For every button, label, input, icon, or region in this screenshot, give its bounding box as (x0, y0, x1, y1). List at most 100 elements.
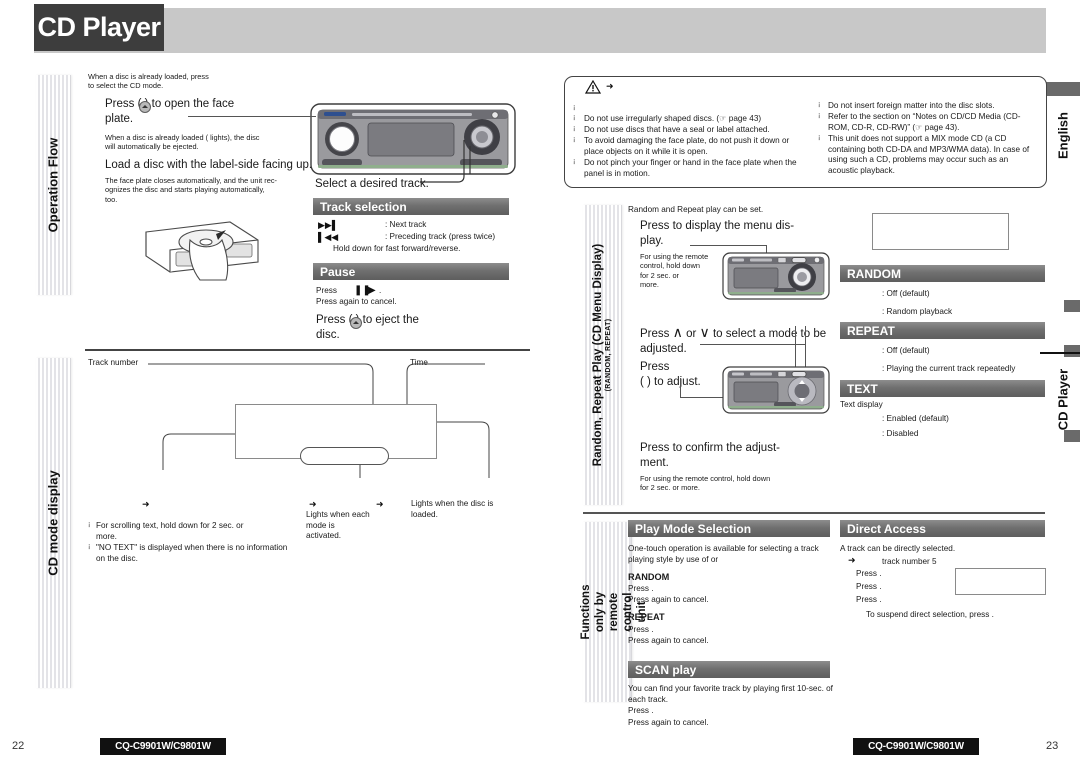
select-track-label: Select a desired track. (315, 178, 429, 190)
text-option-0: : Enabled (default) (882, 414, 949, 423)
cd-mode-note-0: For scrolling text, hold down for 2 sec.… (96, 521, 244, 541)
direct-access-arrow-icon: ➜ (848, 555, 856, 565)
left-column-divider (85, 349, 530, 351)
caution-left-bullet-0: ¡ (573, 104, 576, 111)
track-selection-row-0-label: : Next track (385, 220, 427, 229)
section-play-mode-selection: Play Mode Selection (628, 520, 830, 537)
caution-arrow-icon: ➜ (606, 81, 614, 91)
play-mode-random-line1: Press . (628, 584, 654, 593)
page-number-right: 23 (1046, 740, 1059, 752)
caution-left-bullet-2: ¡ (573, 125, 576, 132)
direct-access-display-box (955, 568, 1046, 595)
sidebar-tab-cd-mode-display-label: CD mode display (45, 470, 61, 576)
lcd-mode-indicator-pill (300, 447, 389, 465)
play-mode-repeat-line1: Press . (628, 625, 654, 634)
leader-line-track-select (420, 140, 471, 183)
caution-right-item-1: Refer to the section on “Notes on CD/CD … (828, 112, 1021, 132)
section-pause-label: Pause (320, 264, 356, 279)
step2-mid: or (686, 328, 697, 340)
direct-access-line-1: Press . (856, 582, 882, 591)
section-pause: Pause (313, 263, 509, 280)
note-bullet-0: ¡ (88, 521, 91, 528)
operation-flow-step2-note: The face plate closes automatically, and… (105, 176, 277, 204)
section-scan-play-label: SCAN play (635, 662, 697, 677)
text-option-1: : Disabled (882, 429, 919, 438)
direct-access-example: track number 5 (882, 557, 937, 566)
sidebar-tab-random-repeat-sub: (RANDOM, REPEAT) (605, 318, 612, 392)
section-direct-access: Direct Access (840, 520, 1045, 537)
sidebar-tab-operation-flow[interactable]: Operation Flow (36, 75, 71, 295)
random-repeat-intro: Random and Repeat play can be set. (628, 205, 764, 214)
cd-player-tab-marker-1 (1064, 300, 1080, 312)
direct-access-line-2: Press . (856, 595, 882, 604)
caution-left-item-0: Do not use irregularly shaped discs. (☞ … (584, 114, 762, 123)
caution-left-item-2: To avoid damaging the face plate, do not… (584, 136, 790, 156)
play-mode-random-title: RANDOM (628, 572, 670, 582)
repeat-option-0: : Off (default) (882, 346, 930, 355)
manual-page: CD Player English CD Player Operation Fl… (0, 0, 1080, 763)
cd-unit-illustration-adjust (722, 366, 830, 414)
section-repeat-label: REPEAT (847, 323, 895, 338)
repeat-option-1: : Playing the current track repeatedly (882, 364, 1016, 373)
caution-left-bullet-1: ¡ (573, 114, 576, 121)
play-mode-random-line2: Press again to cancel. (628, 595, 709, 604)
section-repeat: REPEAT (840, 322, 1045, 339)
sidebar-tab-remote-functions[interactable]: Functions only by remote control unit (580, 522, 648, 702)
direct-access-note: To suspend direct selection, press . (866, 610, 994, 619)
callout-arrow-modes: ➜ (309, 499, 317, 509)
menu-display-example-box (872, 213, 1009, 250)
caution-left-item-3: Do not pinch your finger or hand in the … (584, 158, 797, 178)
operation-flow-step1: Press ( ) to open the face plate. (105, 98, 235, 125)
section-random: RANDOM (840, 265, 1045, 282)
play-mode-repeat-title: REPEAT (628, 612, 665, 622)
pause-line1-pre: Press (316, 286, 337, 295)
section-direct-access-label: Direct Access (847, 521, 926, 536)
down-arrow-icon: ∨ (699, 324, 710, 340)
leader-line-menu-button (690, 245, 766, 246)
header-bar (34, 8, 1046, 53)
sidebar-tab-random-repeat[interactable]: Random, Repeat Play (CD Menu Display) (R… (583, 205, 622, 505)
operation-flow-intro: When a disc is already loaded, press to … (88, 72, 209, 91)
label-lights-disc-loaded: Lights when the disc is loaded. (411, 499, 494, 519)
leader-line-adjust (700, 344, 805, 345)
caution-left-bullet-4: ¡ (573, 158, 576, 165)
caution-right-item-2: This unit does not support a MIX mode CD… (828, 134, 1030, 175)
caution-right-bullet-2: ¡ (818, 134, 821, 141)
callout-arrow-scroll: ➜ (142, 499, 150, 509)
pause-eject-line: Press ( ) to eject the disc. (316, 314, 419, 341)
play-icon: ▶ (368, 285, 376, 296)
page-title: CD Player (34, 4, 164, 51)
random-repeat-step1-note: For using the remote control, hold down … (640, 252, 709, 290)
up-arrow-icon: ∧ (672, 324, 683, 340)
section-play-mode-selection-label: Play Mode Selection (635, 521, 752, 536)
sidebar-tab-operation-flow-label: Operation Flow (45, 137, 61, 233)
note-bullet-1: ¡ (88, 543, 91, 550)
scan-play-intro: You can find your favorite track by play… (628, 684, 833, 704)
operation-flow-step2: Load a disc with the label-side facing u… (105, 159, 313, 171)
cd-player-tab-label: CD Player (1055, 368, 1071, 431)
random-option-1: : Random playback (882, 307, 953, 316)
scan-play-line1: Press . (628, 706, 654, 715)
leader-vert-adjust-c (680, 378, 681, 398)
model-badge-left: CQ-C9901W/C9801W (100, 738, 226, 755)
random-repeat-step2: Press ∧ or ∨ to select a mode to be adju… (640, 325, 850, 357)
caution-right-bullet-1: ¡ (818, 112, 821, 119)
caution-left-bullet-3: ¡ (573, 136, 576, 143)
eject-icon-2 (350, 317, 362, 329)
section-random-label: RANDOM (847, 266, 901, 281)
step2-pre: Press (640, 328, 670, 340)
random-repeat-step4: Press to confirm the adjust- ment. (640, 442, 780, 469)
section-track-selection: Track selection (313, 198, 509, 215)
random-repeat-step4-note: For using the remote control, hold down … (640, 474, 771, 493)
section-track-selection-label: Track selection (320, 199, 407, 214)
english-tab-label: English (1055, 112, 1071, 159)
sidebar-tab-cd-mode-display[interactable]: CD mode display (36, 358, 71, 688)
page-number-left: 22 (12, 740, 25, 752)
random-option-0: : Off (default) (882, 289, 930, 298)
cd-player-tab-marker-3 (1064, 430, 1080, 442)
leader-line-faceplate (188, 116, 316, 117)
track-selection-row-1-label: : Preceding track (press twice) (385, 232, 496, 241)
next-track-icon: ▶▶▌ (318, 220, 339, 230)
text-sub: Text display (840, 400, 883, 409)
caution-right-bullet-0: ¡ (818, 101, 821, 108)
